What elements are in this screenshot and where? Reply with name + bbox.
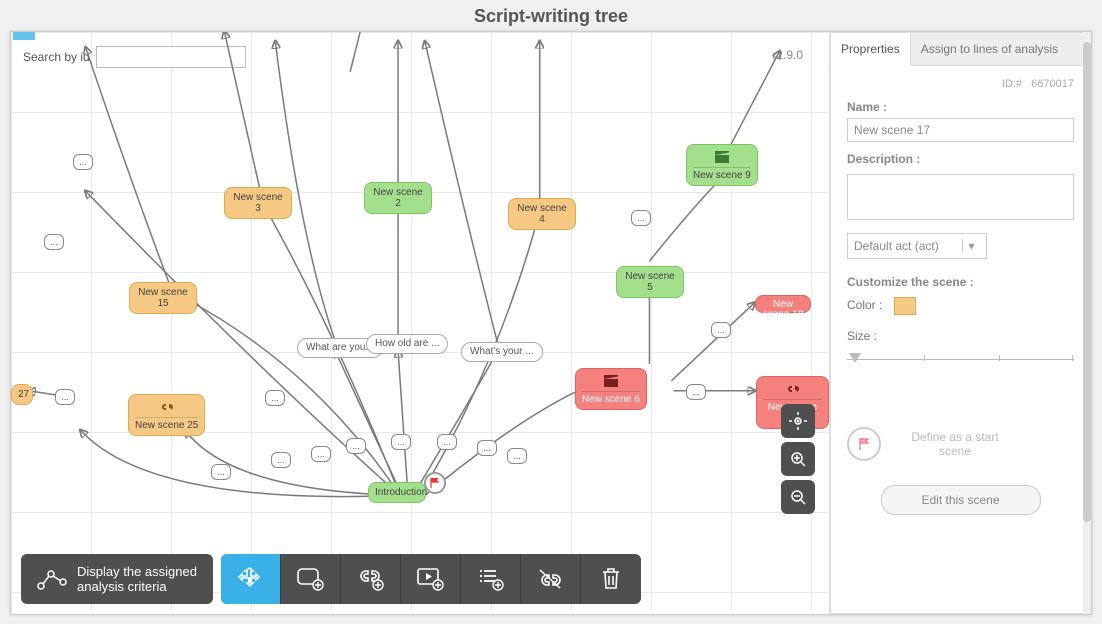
tool-delete[interactable] <box>581 554 641 604</box>
arrows-layer <box>11 32 829 614</box>
dialog-node[interactable]: What's your ... <box>461 342 543 362</box>
id-value: 6670017 <box>1031 78 1074 90</box>
define-start-label: Define as a start scene <box>895 430 1015 458</box>
name-label: Name : <box>847 100 1074 114</box>
search-wrap: Search by id <box>23 46 246 68</box>
zoom-controls <box>781 404 815 514</box>
criteria-label-1: Display the assigned <box>77 564 197 579</box>
ellipsis-node[interactable]: ... <box>631 210 651 226</box>
ellipsis-node[interactable]: ... <box>507 448 527 464</box>
color-label: Color : <box>847 298 882 312</box>
name-input[interactable] <box>847 118 1074 142</box>
node-label: New scene 6 <box>582 394 640 405</box>
edit-scene-button[interactable]: Edit this scene <box>881 485 1041 515</box>
tree-canvas[interactable]: Search by id r2.9.0 <box>11 32 829 614</box>
ellipsis-node[interactable]: ... <box>391 434 411 450</box>
panel-body: ID:# 6670017 Name : Description : Defaul… <box>830 66 1091 614</box>
ellipsis-node[interactable]: ... <box>55 389 75 405</box>
tool-palette <box>221 554 641 604</box>
node-scene-25[interactable]: New scene 25 <box>128 394 205 436</box>
node-scene-4[interactable]: New scene 4 <box>508 198 576 230</box>
ellipsis-node[interactable]: ... <box>346 438 366 454</box>
tab-properties[interactable]: Proprerties <box>830 32 911 66</box>
node-scene-27[interactable]: 27 <box>11 384 33 405</box>
display-criteria-button[interactable]: Display the assigned analysis criteria <box>21 554 213 604</box>
size-slider-thumb[interactable] <box>849 353 861 363</box>
customize-label: Customize the scene : <box>847 275 1074 289</box>
color-swatch[interactable] <box>894 297 916 315</box>
search-input[interactable] <box>96 46 246 68</box>
tool-add-list[interactable] <box>461 554 521 604</box>
node-scene-9[interactable]: New scene 9 <box>686 144 758 186</box>
size-label: Size : <box>847 329 877 343</box>
tool-add-link[interactable] <box>341 554 401 604</box>
clapper-icon <box>582 373 640 389</box>
top-accent <box>13 32 35 40</box>
node-scene-15[interactable]: New scene 15 <box>129 282 197 314</box>
dialog-node[interactable]: How old are ... <box>366 334 448 354</box>
size-slider[interactable] <box>847 349 1074 367</box>
tab-assign[interactable]: Assign to lines of analysis <box>911 32 1091 66</box>
node-introduction[interactable]: Introduction <box>368 482 426 503</box>
node-scene-18[interactable]: New scene 18 <box>755 295 811 313</box>
criteria-icon <box>37 568 67 590</box>
zoom-center-button[interactable] <box>781 404 815 438</box>
node-scene-6[interactable]: New scene 6 <box>575 368 647 410</box>
chevron-down-icon: ▾ <box>962 239 980 253</box>
side-tabs: Proprerties Assign to lines of analysis <box>830 32 1091 66</box>
description-input[interactable] <box>847 174 1074 220</box>
scrollbar-track[interactable] <box>1083 32 1091 614</box>
tool-add-video[interactable] <box>401 554 461 604</box>
act-select-value: Default act (act) <box>854 239 939 253</box>
node-scene-5[interactable]: New scene 5 <box>616 266 684 298</box>
ellipsis-node[interactable]: ... <box>211 464 231 480</box>
act-select[interactable]: Default act (act) ▾ <box>847 233 987 259</box>
version-label: r2.9.0 <box>772 48 803 62</box>
ellipsis-node[interactable]: ... <box>686 384 706 400</box>
link-icon <box>135 399 198 415</box>
ellipsis-node[interactable]: ... <box>44 234 64 250</box>
page-title: Script-writing tree <box>0 0 1102 31</box>
node-scene-2[interactable]: New scene 2 <box>364 182 432 214</box>
id-label: ID:# <box>1002 78 1022 90</box>
clapper-icon <box>693 149 751 165</box>
ellipsis-node[interactable]: ... <box>477 440 497 456</box>
search-label: Search by id <box>23 50 90 64</box>
node-label: New scene 25 <box>135 420 198 431</box>
ellipsis-node[interactable]: ... <box>73 154 93 170</box>
ellipsis-node[interactable]: ... <box>311 446 331 462</box>
zoom-in-button[interactable] <box>781 442 815 476</box>
link-icon <box>763 381 822 397</box>
node-scene-3[interactable]: New scene 3 <box>224 187 292 219</box>
description-label: Description : <box>847 152 1074 166</box>
ellipsis-node[interactable]: ... <box>437 434 457 450</box>
ellipsis-node[interactable]: ... <box>711 322 731 338</box>
tool-add-scene[interactable] <box>281 554 341 604</box>
ellipsis-node[interactable]: ... <box>265 390 285 406</box>
bottom-toolbar: Display the assigned analysis criteria <box>21 554 699 604</box>
criteria-label-2: analysis criteria <box>77 579 197 594</box>
define-start-button[interactable] <box>847 427 881 461</box>
start-flag-icon <box>424 472 446 494</box>
side-panel: Proprerties Assign to lines of analysis … <box>829 32 1091 614</box>
scrollbar-thumb[interactable] <box>1083 42 1091 522</box>
ellipsis-node[interactable]: ... <box>271 452 291 468</box>
zoom-out-button[interactable] <box>781 480 815 514</box>
tool-unlink[interactable] <box>521 554 581 604</box>
app-shell: Search by id r2.9.0 <box>10 31 1092 615</box>
tool-move[interactable] <box>221 554 281 604</box>
node-label: New scene 9 <box>693 170 751 181</box>
